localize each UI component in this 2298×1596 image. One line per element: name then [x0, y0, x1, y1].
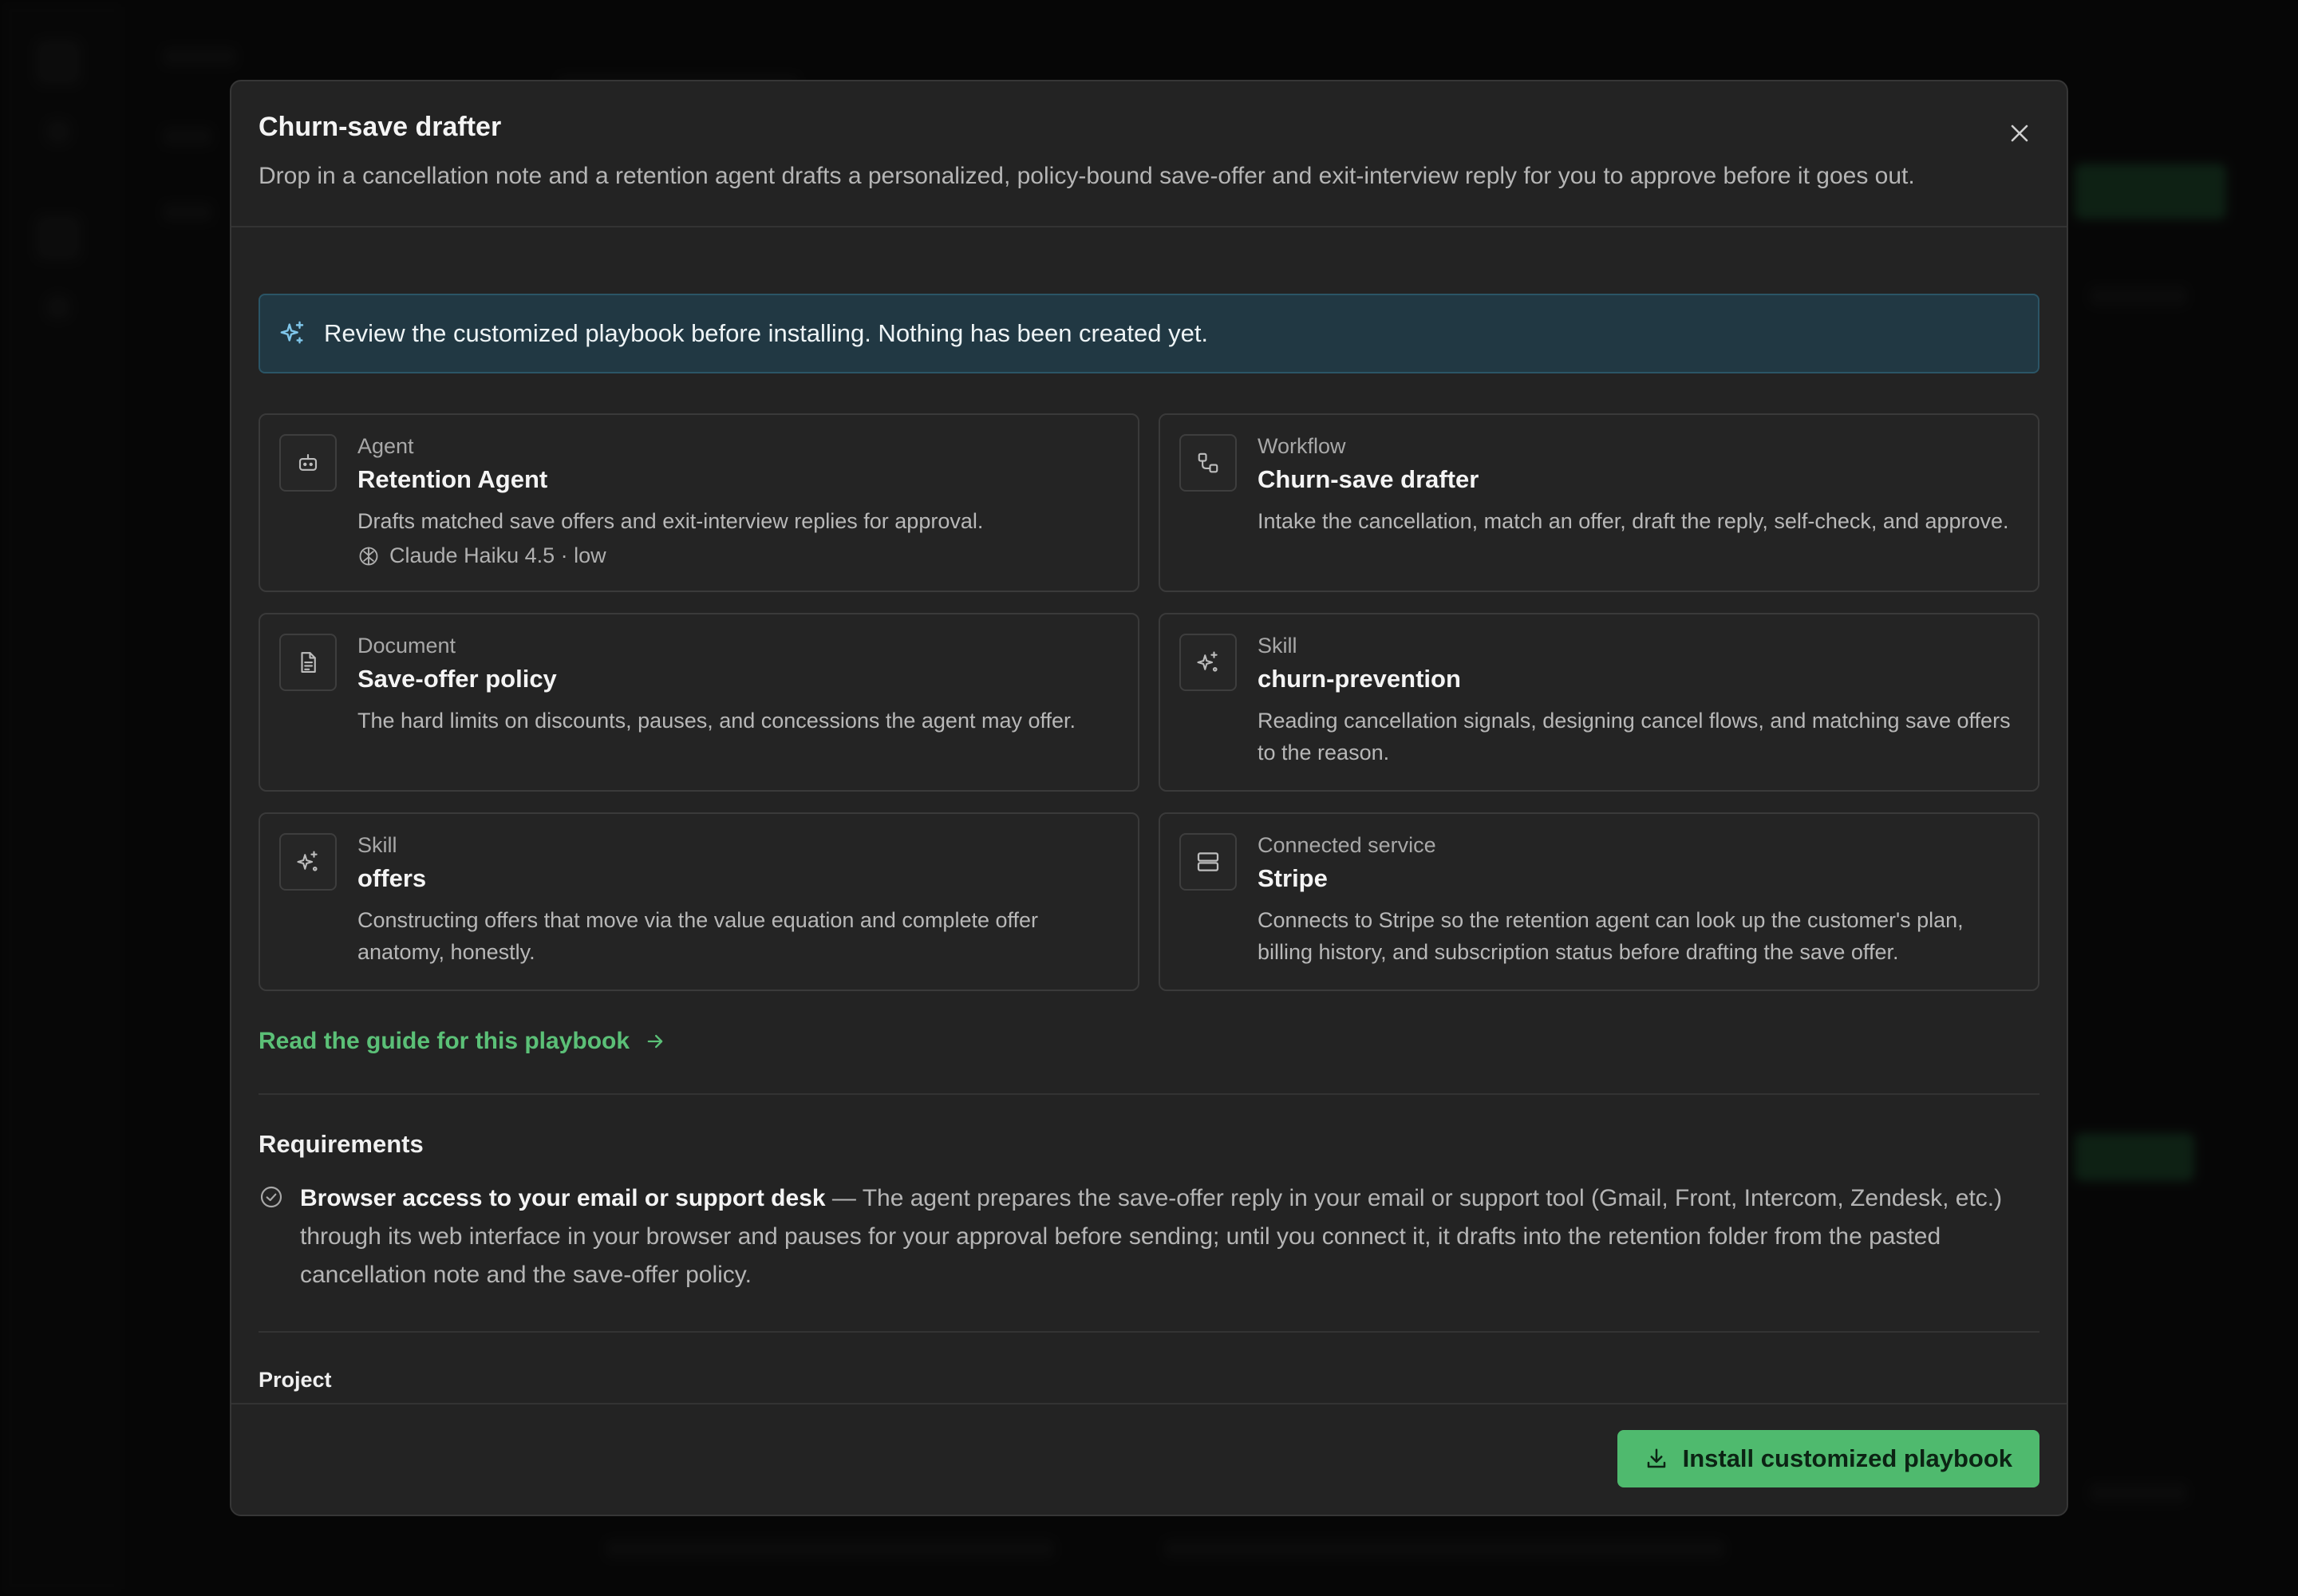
component-description: Drafts matched save offers and exit-inte…	[357, 509, 984, 533]
sparkle-icon	[1197, 651, 1218, 672]
component-kind: Connected service	[1258, 833, 1436, 857]
component-name: Retention Agent	[357, 465, 548, 493]
component-name: Stripe	[1258, 864, 1328, 892]
check-circle-icon	[260, 1186, 282, 1208]
section-divider	[259, 1331, 2039, 1333]
component-name: Save-offer policy	[357, 665, 557, 693]
modal-body[interactable]: Review the customized playbook before in…	[231, 267, 2067, 1486]
install-playbook-button[interactable]: Install customized playbook	[1617, 1430, 2039, 1487]
modal-header: Churn-save drafter Drop in a cancellatio…	[231, 81, 2067, 227]
component-kind: Skill	[1258, 634, 1297, 658]
download-icon	[1647, 1448, 1665, 1468]
component-grid: Agent Retention Agent Drafts matched sav…	[259, 413, 2039, 991]
component-name: offers	[357, 864, 427, 892]
review-notice: Review the customized playbook before in…	[259, 294, 2039, 373]
component-card-skill-churn-prevention: Skill churn-prevention Reading cancellat…	[1159, 613, 2039, 792]
model-icon	[359, 547, 378, 565]
component-description: Connects to Stripe so the retention agen…	[1258, 908, 1964, 964]
modal-description: Drop in a cancellation note and a retent…	[259, 163, 1915, 189]
playbook-guide-link-label: Read the guide for this playbook	[259, 1028, 630, 1054]
section-divider	[259, 1093, 2039, 1095]
review-notice-text: Review the customized playbook before in…	[324, 319, 1209, 347]
close-icon	[2011, 124, 2028, 142]
requirement-item: Browser access to your email or support …	[259, 1179, 2039, 1294]
requirements-title: Requirements	[259, 1130, 424, 1158]
component-icon-box	[1179, 434, 1237, 492]
arrow-right-icon	[647, 1034, 663, 1049]
component-description: Constructing offers that move via the va…	[357, 908, 1039, 964]
playbook-guide-link[interactable]: Read the guide for this playbook	[259, 1028, 666, 1055]
component-card-agent: Agent Retention Agent Drafts matched sav…	[259, 413, 1139, 592]
component-card-workflow: Workflow Churn-save drafter Intake the c…	[1159, 413, 2039, 592]
playbook-install-modal: Churn-save drafter Drop in a cancellatio…	[230, 80, 2068, 1516]
component-name: Churn-save drafter	[1258, 465, 1479, 493]
project-section-label: Project	[259, 1368, 332, 1392]
model-info: Claude Haiku 4.5 · low	[357, 543, 1115, 568]
component-kind: Skill	[357, 833, 397, 857]
component-icon-box	[1179, 833, 1237, 891]
component-icon-box	[279, 434, 337, 492]
component-card-connected-service: Connected service Stripe Connects to Str…	[1159, 812, 2039, 991]
component-icon-box	[279, 833, 337, 891]
component-kind: Document	[357, 634, 456, 658]
sparkle-icon	[297, 851, 318, 871]
component-kind: Workflow	[1258, 434, 1346, 458]
component-icon-box	[279, 634, 337, 691]
install-playbook-button-label: Install customized playbook	[1682, 1444, 2012, 1472]
component-description: Reading cancellation signals, designing …	[1258, 709, 2011, 764]
sparkle-icon	[280, 321, 304, 344]
component-icon-box	[1179, 634, 1237, 691]
requirement-separator: —	[825, 1185, 863, 1211]
server-icon	[1197, 852, 1219, 871]
component-description: The hard limits on discounts, pauses, an…	[357, 709, 1076, 733]
model-label: Claude Haiku 4.5 · low	[389, 543, 606, 567]
component-card-skill-offers: Skill offers Constructing offers that mo…	[259, 812, 1139, 991]
document-icon	[301, 652, 316, 673]
robot-icon	[298, 453, 318, 471]
requirement-name: Browser access to your email or support …	[300, 1185, 826, 1211]
component-kind: Agent	[357, 434, 414, 458]
component-card-document: Document Save-offer policy The hard limi…	[259, 613, 1139, 792]
modal-footer: Install customized playbook	[231, 1403, 2067, 1515]
workflow-icon	[1198, 452, 1218, 473]
component-description: Intake the cancellation, match an offer,…	[1258, 509, 2009, 533]
requirement-text: Browser access to your email or support …	[300, 1179, 2039, 1294]
component-name: churn-prevention	[1258, 665, 1461, 693]
modal-title: Churn-save drafter	[259, 112, 502, 142]
close-button[interactable]	[2000, 113, 2039, 153]
